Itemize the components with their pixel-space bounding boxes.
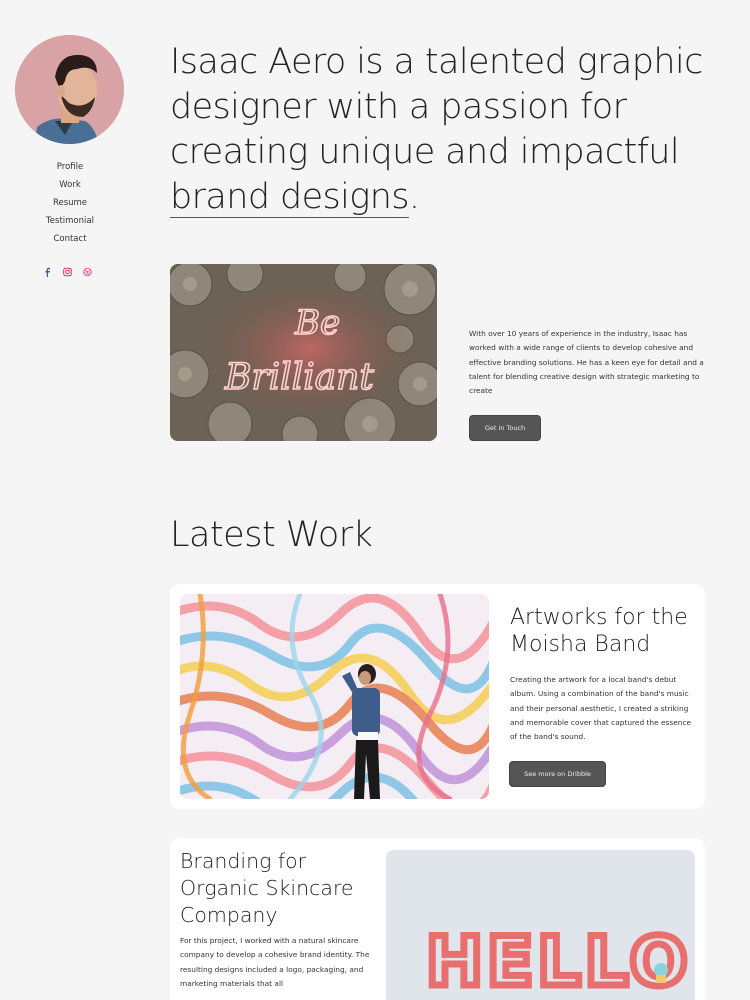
hero-title: Isaac Aero is a talented graphic designe… bbox=[170, 40, 710, 220]
nav-item-contact[interactable]: Contact bbox=[0, 232, 140, 250]
hero-title-highlight: brand designs bbox=[170, 177, 410, 218]
nav-item-resume[interactable]: Resume bbox=[0, 196, 140, 214]
about-text: With over 10 years of experience in the … bbox=[469, 329, 704, 396]
project-description: Creating the artwork for a local band's … bbox=[510, 675, 692, 742]
neon-text-brilliant: Brilliant bbox=[224, 357, 374, 398]
dribbble-icon[interactable] bbox=[83, 262, 92, 277]
hero-title-end: . bbox=[408, 177, 420, 217]
social-links bbox=[43, 262, 92, 277]
project-description: For this project, I worked with a natura… bbox=[180, 936, 370, 988]
hello-text: HELLO bbox=[426, 923, 691, 1000]
avatar bbox=[15, 35, 124, 144]
hero-title-main: Isaac Aero is a talented graphic designe… bbox=[170, 42, 703, 172]
project-image-hello: HELLO bbox=[386, 850, 695, 1000]
project-card-moisha: Artworks for the Moisha Band Creating th… bbox=[170, 584, 705, 809]
get-in-touch-button[interactable]: Get in Touch bbox=[469, 415, 541, 441]
hero-image-neon-sign: Be Brilliant bbox=[170, 264, 437, 441]
nav-item-profile[interactable]: Profile bbox=[0, 160, 140, 178]
instagram-icon[interactable] bbox=[63, 262, 72, 277]
sidebar-nav: Profile Work Resume Testimonial Contact bbox=[0, 160, 140, 250]
see-more-dribbble-button[interactable]: See more on Dribble bbox=[509, 761, 606, 787]
project-title: Artworks for the Moisha Band bbox=[510, 605, 688, 657]
project-title: Branding for Organic Skincare Company bbox=[180, 849, 354, 927]
facebook-icon[interactable] bbox=[43, 262, 51, 277]
nav-item-testimonial[interactable]: Testimonial bbox=[0, 214, 140, 232]
project-card-skincare: Branding for Organic Skincare Company Fo… bbox=[170, 838, 705, 1000]
neon-text-be: Be bbox=[294, 303, 340, 343]
nav-item-work[interactable]: Work bbox=[0, 178, 140, 196]
project-image-mural bbox=[180, 594, 489, 799]
latest-work-heading: Latest Work bbox=[170, 515, 373, 555]
